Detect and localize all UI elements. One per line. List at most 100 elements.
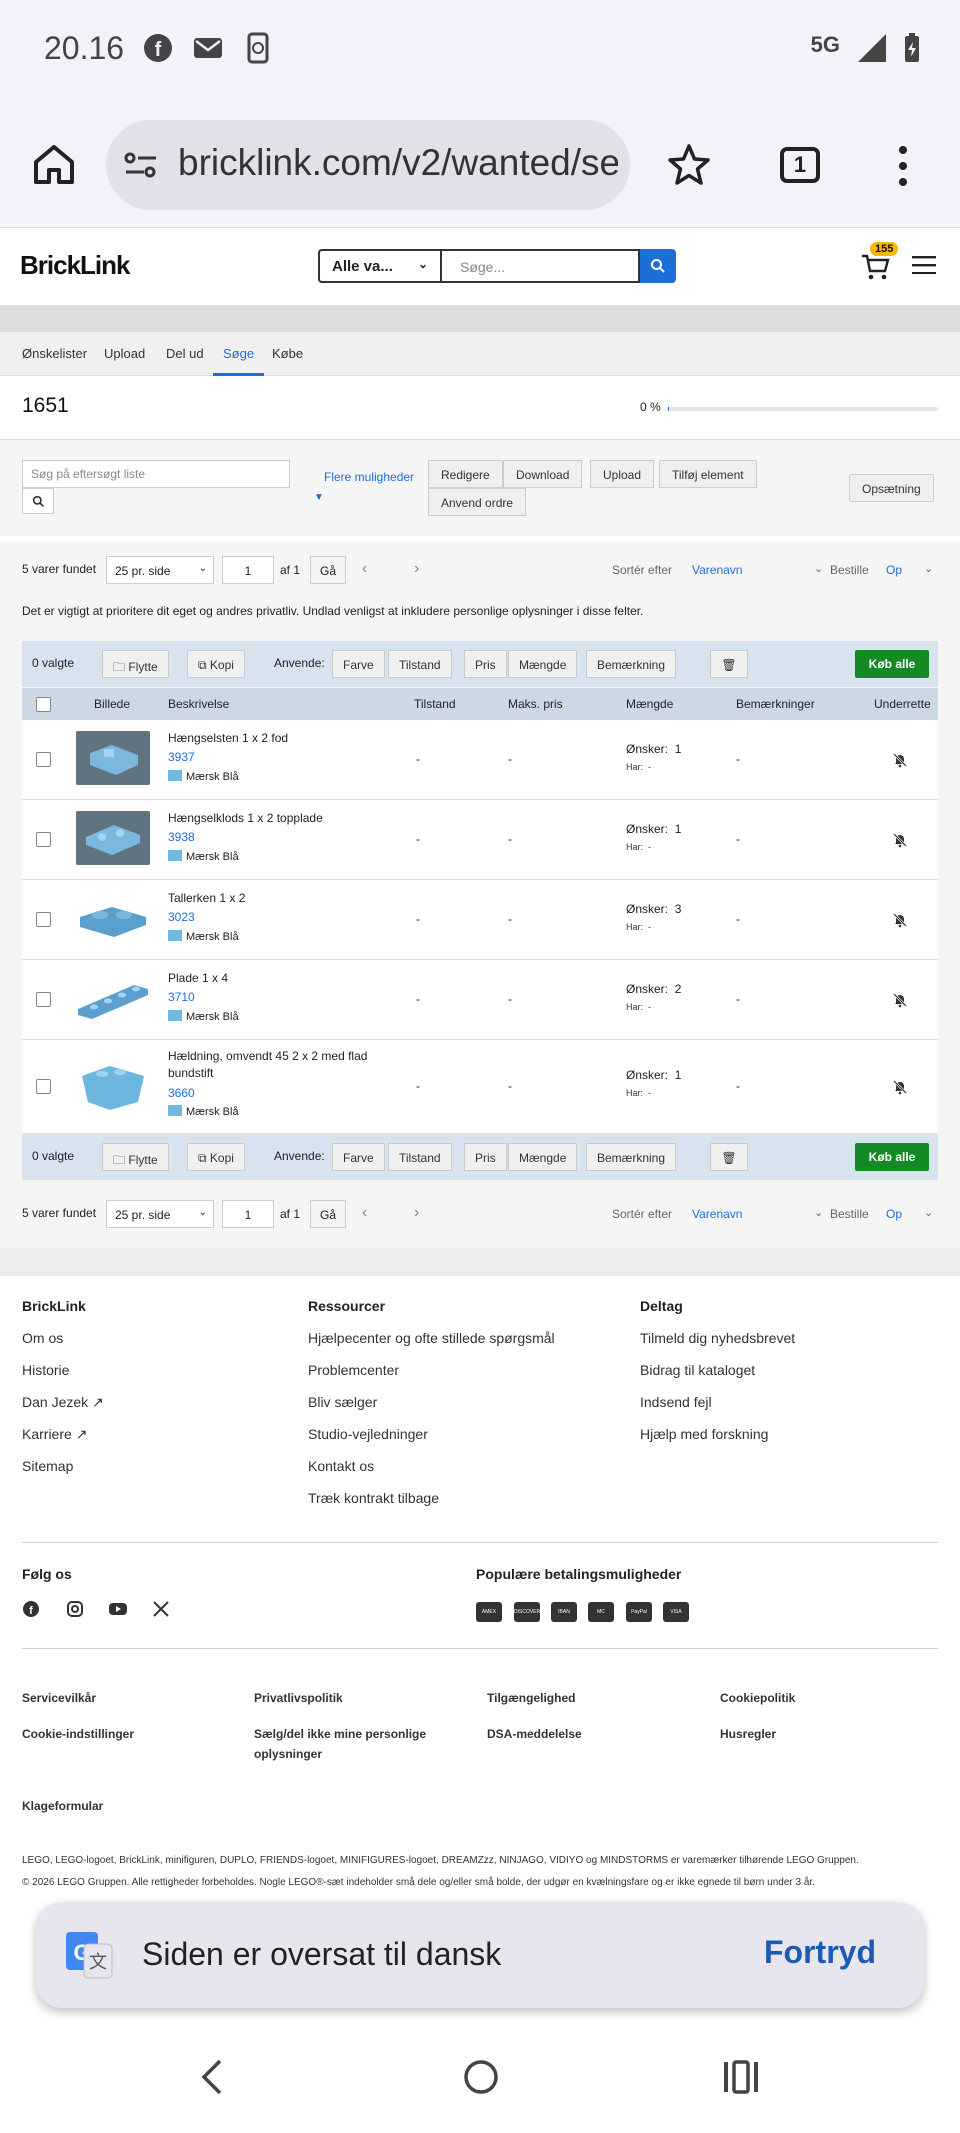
- tab-upload[interactable]: Upload: [104, 346, 145, 361]
- wants-qty[interactable]: Ønsker: 3: [626, 902, 681, 916]
- apply-order-button[interactable]: Anvend ordre: [428, 488, 527, 516]
- part-number-link[interactable]: 3938: [168, 830, 195, 844]
- remarks-value[interactable]: -: [736, 992, 740, 1006]
- bookmark-star-icon[interactable]: [666, 142, 712, 188]
- buy-all-button[interactable]: Køb alle: [855, 650, 929, 678]
- footer-link[interactable]: Tilmeld dig nyhedsbrevet: [640, 1330, 795, 1346]
- order-select[interactable]: Op: [886, 563, 902, 577]
- search-input[interactable]: Søge...: [442, 249, 640, 283]
- page-input[interactable]: 1: [222, 1200, 274, 1228]
- footer-link[interactable]: Indsend fejl: [640, 1394, 712, 1410]
- footer-legal-link[interactable]: DSA-meddelelse: [487, 1724, 582, 1744]
- setup-button[interactable]: Opsætning: [849, 474, 934, 502]
- footer-link[interactable]: Historie: [22, 1362, 69, 1378]
- youtube-icon[interactable]: [108, 1600, 128, 1618]
- select-all-checkbox[interactable]: [36, 697, 51, 712]
- sort-select[interactable]: Varenavn: [692, 563, 742, 577]
- remarks-value[interactable]: -: [736, 1079, 740, 1093]
- footer-legal-link[interactable]: Cookiepolitik: [720, 1688, 795, 1708]
- prev-page-icon[interactable]: ‹: [362, 560, 367, 578]
- footer-legal-link[interactable]: Cookie-indstillinger: [22, 1724, 134, 1744]
- bell-off-icon[interactable]: [892, 752, 908, 768]
- footer-legal-link[interactable]: Privatlivspolitik: [254, 1688, 343, 1708]
- search-button[interactable]: [640, 249, 676, 283]
- delete-button[interactable]: 🗑: [710, 1143, 748, 1171]
- part-name-link[interactable]: Hængselklods 1 x 2 topplade: [168, 810, 398, 827]
- recents-icon[interactable]: [722, 2060, 760, 2094]
- filter-search-button[interactable]: [22, 488, 54, 514]
- footer-legal-link[interactable]: Tilgængelighed: [487, 1688, 575, 1708]
- bricklink-logo[interactable]: BrickLink: [20, 250, 130, 281]
- bell-off-icon[interactable]: [892, 912, 908, 928]
- part-image[interactable]: [76, 731, 150, 785]
- condition-value[interactable]: -: [416, 912, 420, 926]
- apply-quantity-button[interactable]: Mængde: [508, 1143, 578, 1171]
- add-item-button[interactable]: Tilføj element: [659, 460, 757, 488]
- max-price-value[interactable]: -: [508, 752, 512, 766]
- row-checkbox[interactable]: [36, 832, 51, 847]
- col-max-price[interactable]: Maks. pris: [508, 697, 563, 711]
- apply-remark-button[interactable]: Bemærkning: [586, 1143, 677, 1171]
- facebook-icon[interactable]: f: [22, 1600, 40, 1618]
- part-name-link[interactable]: Hængselsten 1 x 2 fod: [168, 730, 398, 747]
- home-icon[interactable]: [32, 142, 76, 186]
- footer-link[interactable]: Hjælpecenter og ofte stillede spørgsmål: [308, 1330, 555, 1346]
- row-checkbox[interactable]: [36, 1079, 51, 1094]
- wants-qty[interactable]: Ønsker: 1: [626, 1068, 681, 1082]
- cart-icon[interactable]: [860, 252, 890, 282]
- footer-legal-link[interactable]: Sælg/del ikke mine personlige oplysninge…: [254, 1724, 454, 1764]
- undo-button[interactable]: Fortryd: [764, 1934, 876, 1971]
- buy-all-button[interactable]: Køb alle: [855, 1143, 929, 1171]
- go-button[interactable]: Gå: [310, 1200, 346, 1228]
- footer-link[interactable]: Bliv sælger: [308, 1394, 377, 1410]
- max-price-value[interactable]: -: [508, 1079, 512, 1093]
- copy-button[interactable]: ⧉ Kopi: [187, 650, 245, 678]
- apply-price-button[interactable]: Pris: [464, 650, 507, 678]
- bell-off-icon[interactable]: [892, 832, 908, 848]
- filter-input[interactable]: Søg på eftersøgt liste: [22, 460, 290, 488]
- next-page-icon[interactable]: ›: [414, 1204, 419, 1222]
- footer-link[interactable]: Problemcenter: [308, 1362, 399, 1378]
- footer-link[interactable]: Bidrag til kataloget: [640, 1362, 755, 1378]
- tab-buy[interactable]: Købe: [272, 346, 303, 361]
- condition-value[interactable]: -: [416, 992, 420, 1006]
- go-button[interactable]: Gå: [310, 556, 346, 584]
- part-number-link[interactable]: 3710: [168, 990, 195, 1004]
- per-page-select[interactable]: 25 pr. side ⌄: [106, 556, 214, 584]
- part-number-link[interactable]: 3023: [168, 910, 195, 924]
- part-image[interactable]: [76, 1058, 150, 1112]
- remarks-value[interactable]: -: [736, 912, 740, 926]
- footer-link[interactable]: Om os: [22, 1330, 63, 1346]
- bell-off-icon[interactable]: [892, 1079, 908, 1095]
- condition-value[interactable]: -: [416, 752, 420, 766]
- col-description[interactable]: Beskrivelse: [168, 697, 229, 711]
- wants-qty[interactable]: Ønsker: 2: [626, 982, 681, 996]
- site-settings-icon[interactable]: [124, 150, 158, 180]
- condition-value[interactable]: -: [416, 832, 420, 846]
- part-image[interactable]: [76, 971, 150, 1025]
- part-name-link[interactable]: Plade 1 x 4: [168, 970, 398, 987]
- remarks-value[interactable]: -: [736, 832, 740, 846]
- footer-link[interactable]: Træk kontrakt tilbage: [308, 1490, 439, 1506]
- per-page-select[interactable]: 25 pr. side ⌄: [106, 1200, 214, 1228]
- max-price-value[interactable]: -: [508, 912, 512, 926]
- next-page-icon[interactable]: ›: [414, 560, 419, 578]
- tab-share[interactable]: Del ud: [166, 346, 204, 361]
- upload-button[interactable]: Upload: [590, 460, 655, 488]
- footer-link[interactable]: Karriere ↗: [22, 1426, 87, 1443]
- bell-off-icon[interactable]: [892, 992, 908, 1008]
- part-name-link[interactable]: Hældning, omvendt 45 2 x 2 med flad bund…: [168, 1048, 398, 1082]
- part-number-link[interactable]: 3937: [168, 750, 195, 764]
- footer-link[interactable]: Dan Jezek ↗: [22, 1394, 104, 1411]
- part-number-link[interactable]: 3660: [168, 1086, 195, 1100]
- remarks-value[interactable]: -: [736, 752, 740, 766]
- col-condition[interactable]: Tilstand: [414, 697, 456, 711]
- wants-qty[interactable]: Ønsker: 1: [626, 822, 681, 836]
- part-image[interactable]: [76, 891, 150, 945]
- part-image[interactable]: [76, 811, 150, 865]
- home-nav-icon[interactable]: [462, 2058, 500, 2096]
- apply-price-button[interactable]: Pris: [464, 1143, 507, 1171]
- prev-page-icon[interactable]: ‹: [362, 1204, 367, 1222]
- delete-button[interactable]: 🗑: [710, 650, 748, 678]
- condition-value[interactable]: -: [416, 1079, 420, 1093]
